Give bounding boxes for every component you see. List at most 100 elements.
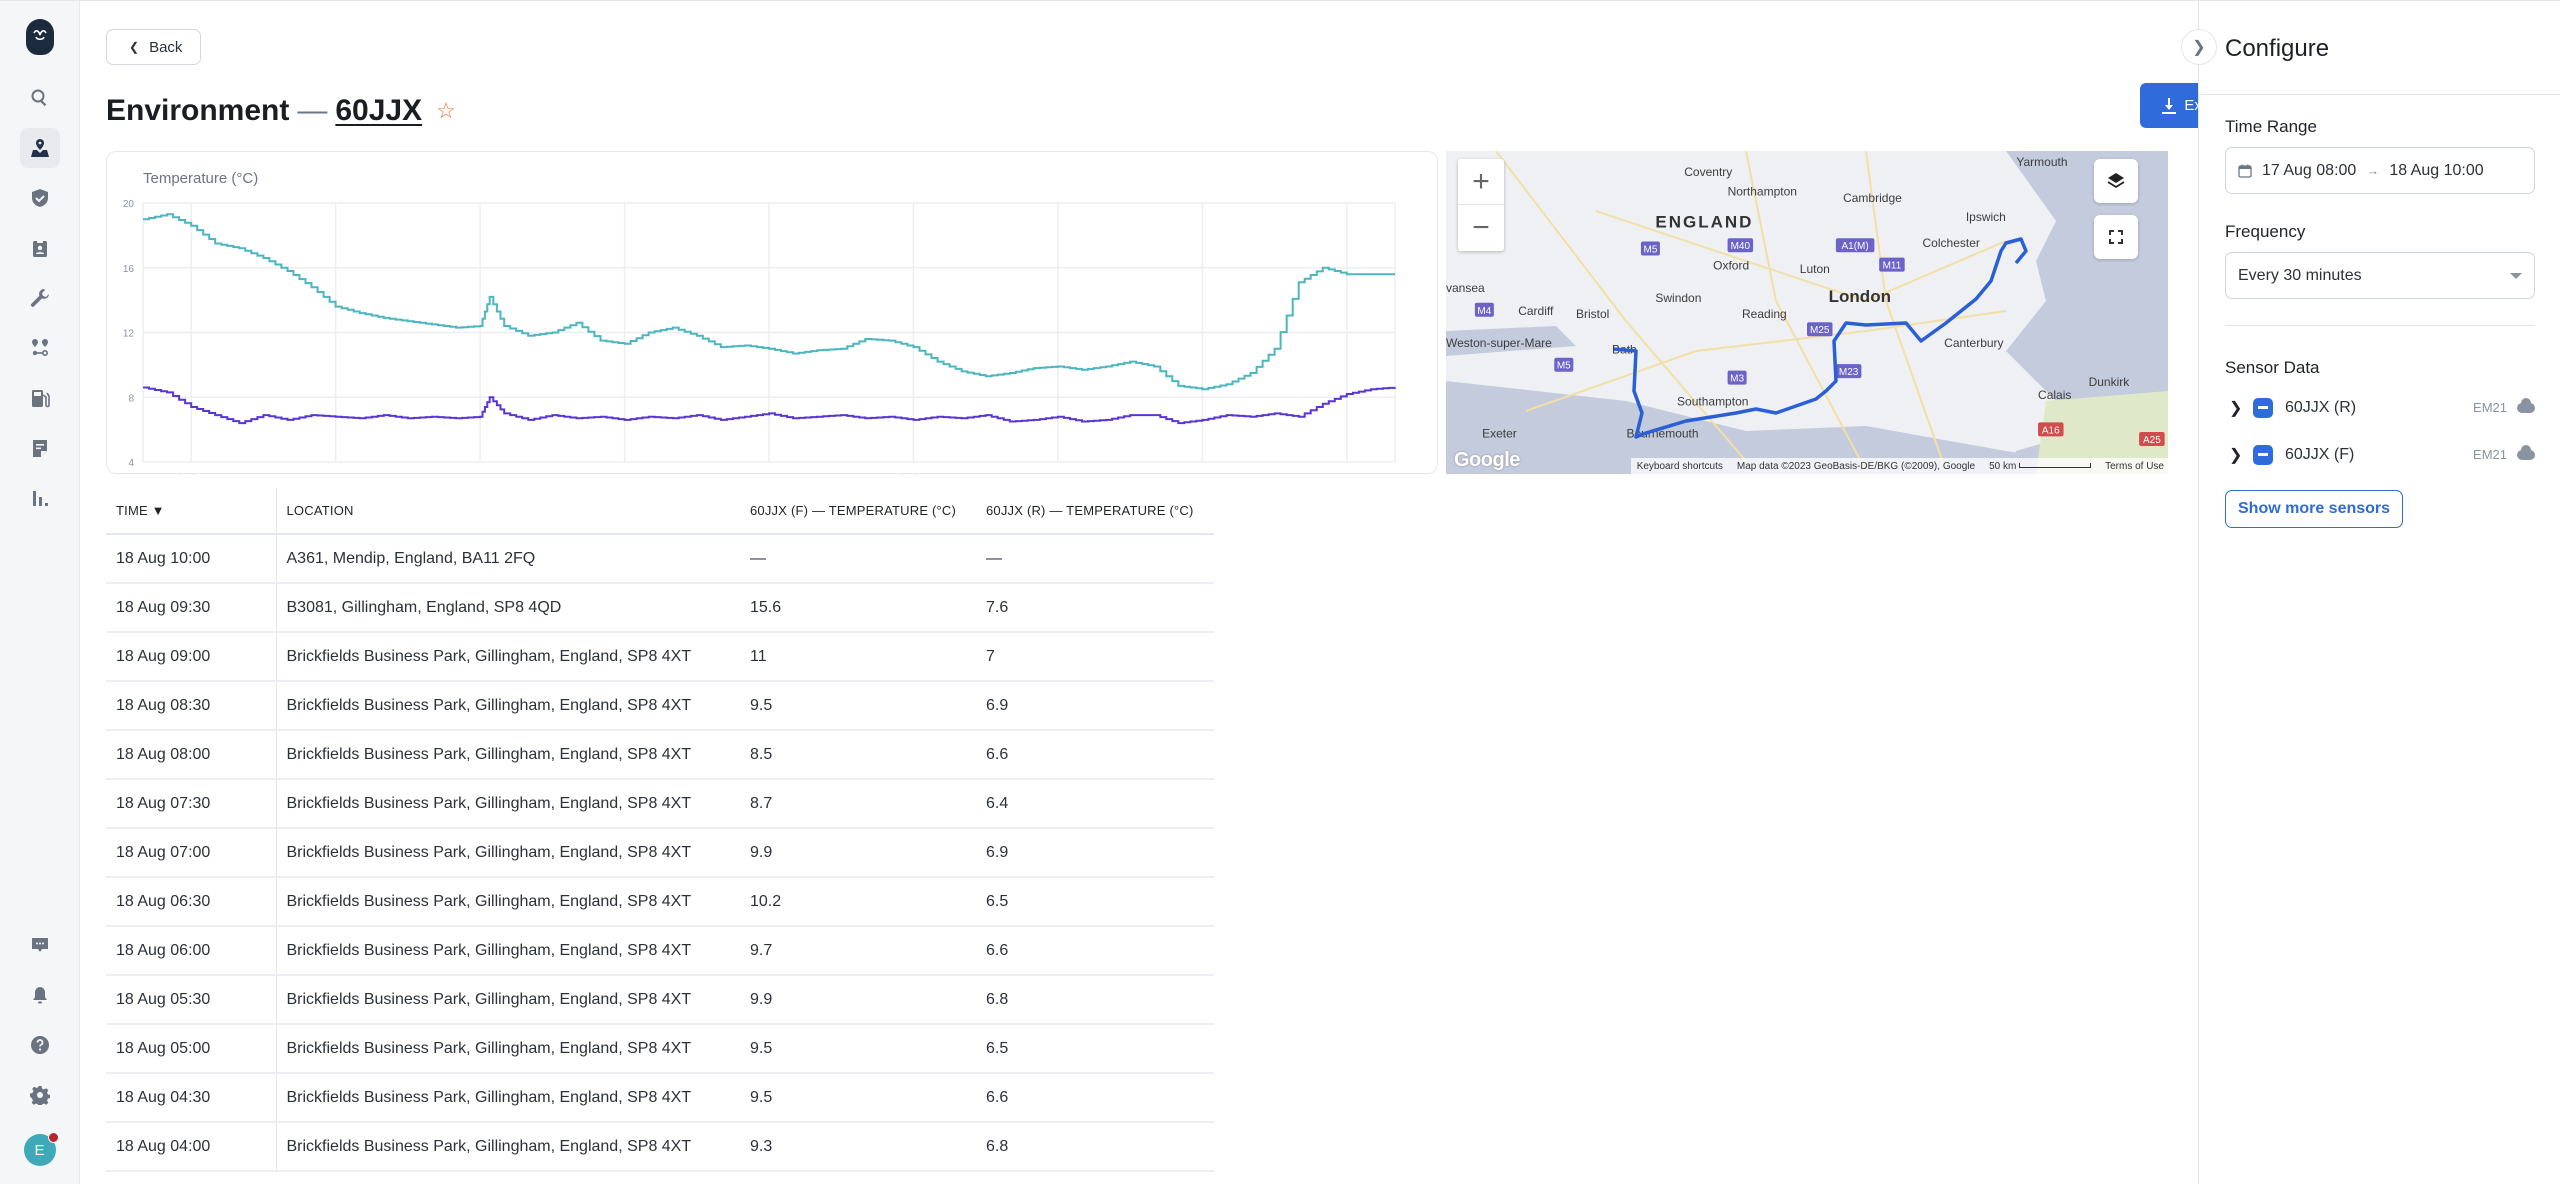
document-icon[interactable] (20, 428, 60, 468)
fuel-pump-icon[interactable] (20, 378, 60, 418)
column-header-time[interactable]: TIME ▼ (106, 488, 277, 535)
map-canvas: Coventry Northampton ENGLAND Cambridge Ipswi… (1446, 151, 2168, 474)
keyboard-shortcuts-link[interactable]: Keyboard shortcuts (1637, 461, 1723, 472)
chat-icon[interactable] (20, 925, 60, 965)
configure-title: Configure (2199, 1, 2560, 95)
cell-time: 18 Aug 04:00 (106, 1122, 277, 1172)
table-row[interactable]: 18 Aug 06:30 Brickfields Business Park, G… (106, 877, 1214, 927)
column-header-location: LOCATION (276, 488, 740, 535)
map-place-label: Colchester (1923, 236, 1980, 250)
zoom-in-button[interactable]: + (1458, 159, 1504, 205)
main-content: ❮ Back Environment—60JJX ☆ Export Temper… (80, 1, 2250, 1184)
bell-icon[interactable] (20, 975, 60, 1015)
bar-chart-icon[interactable] (20, 478, 60, 518)
time-range-picker[interactable]: 17 Aug 08:00 → 18 Aug 10:00 (2225, 147, 2535, 194)
x-tick-label: 18/08/2023 (888, 474, 938, 475)
map-place-label: Yarmouth (2016, 155, 2067, 169)
owl-logo-icon[interactable] (25, 19, 54, 55)
map-place-label: Cardiff (1518, 304, 1554, 318)
back-button[interactable]: ❮ Back (106, 29, 202, 65)
gear-icon[interactable] (20, 1075, 60, 1115)
road-badge-label: M4 (1477, 306, 1491, 317)
cell-rear-temp: 7 (976, 632, 1214, 682)
table-row[interactable]: 18 Aug 06:00 Brickfields Business Park, G… (106, 926, 1214, 976)
table-row[interactable]: 18 Aug 04:30 Brickfields Business Park, G… (106, 1073, 1214, 1123)
cell-location: Brickfields Business Park, Gillingham, E… (276, 828, 740, 878)
terms-link[interactable]: Terms of Use (2105, 461, 2164, 472)
shield-check-icon[interactable] (20, 178, 60, 218)
table-row[interactable]: 18 Aug 05:00 Brickfields Business Park, G… (106, 1024, 1214, 1074)
table-row[interactable]: 18 Aug 07:00 Brickfields Business Park, G… (106, 828, 1214, 878)
cell-time: 18 Aug 07:30 (106, 779, 277, 829)
map-place-label: Luton (1800, 262, 1830, 276)
time-range-to: 18 Aug 10:00 (2389, 161, 2484, 179)
map-layers-button[interactable] (2094, 159, 2138, 203)
sensor-checkbox[interactable] (2253, 397, 2273, 418)
table-row[interactable]: 18 Aug 10:00 A361, Mendip, England, BA11 … (106, 534, 1214, 584)
cell-front-temp: 9.9 (740, 828, 976, 878)
vehicle-link[interactable]: 60JJX (335, 94, 422, 127)
calendar-icon (2238, 164, 2252, 178)
cell-front-temp: 10.2 (740, 877, 976, 927)
user-avatar[interactable]: E (23, 1132, 59, 1166)
map-place-label: Exeter (1482, 427, 1517, 441)
road-badge-label: A16 (2042, 425, 2060, 436)
column-header-rear-temp: 60JJX (R) — TEMPERATURE (°C) (976, 488, 1214, 535)
clipboard-user-icon[interactable] (20, 228, 60, 268)
sensor-row: ❯ 60JJX (R) EM21 (2225, 384, 2535, 431)
map-fullscreen-button[interactable] (2094, 215, 2138, 259)
page-title: Environment —60JJX (106, 94, 422, 128)
table-row[interactable]: 18 Aug 07:30 Brickfields Business Park, G… (106, 779, 1214, 829)
cell-location: Brickfields Business Park, Gillingham, E… (276, 779, 740, 829)
route-map[interactable]: Coventry Northampton ENGLAND Cambridge Ipswi… (1446, 151, 2168, 474)
configure-panel: ❯ Configure Time Range 17 Aug 08:00 → 18… (2181, 1, 2560, 1184)
x-tick-label: 12:00 (323, 474, 348, 475)
show-more-sensors-button[interactable]: Show more sensors (2225, 490, 2404, 528)
table-row[interactable]: 18 Aug 09:30 B3081, Gillingham, England, … (106, 583, 1214, 633)
table-row[interactable]: 18 Aug 05:30 Brickfields Business Park, G… (106, 975, 1214, 1025)
help-icon[interactable] (20, 1025, 60, 1065)
cell-time: 18 Aug 06:00 (106, 926, 277, 976)
map-scale: 50 km (1989, 460, 2092, 472)
chevron-left-icon: ❮ (129, 40, 140, 54)
map-location-icon[interactable] (19, 128, 60, 168)
map-attribution: Map data ©2023 GeoBasis-DE/BKG (©2009), … (1736, 460, 1976, 472)
cell-location: Brickfields Business Park, Gillingham, E… (276, 926, 740, 976)
sensor-list: ❯ 60JJX (R) EM21 ❯ 60JJX (F) EM21 (2225, 384, 2535, 478)
cell-front-temp: 8.7 (740, 779, 976, 829)
cell-location: A361, Mendip, England, BA11 2FQ (276, 534, 740, 584)
road-badge-label: M5 (1643, 244, 1657, 255)
table-row[interactable]: 18 Aug 08:30 Brickfields Business Park, G… (106, 681, 1214, 731)
map-place-label: Swindon (1655, 291, 1701, 305)
expand-chevron-icon[interactable]: ❯ (2225, 445, 2253, 465)
scale-label: 50 km (1989, 460, 2017, 472)
sensor-checkbox[interactable] (2253, 444, 2273, 465)
cell-front-temp: 15.6 (740, 583, 976, 633)
temperature-chart: Temperature (°C) 4 8 12 16 20 17/08/2023 12:00 1… (106, 151, 1438, 475)
wrench-icon[interactable] (20, 278, 60, 318)
map-place-label: Bristol (1576, 307, 1609, 321)
map-place-label: Cambridge (1843, 191, 1902, 205)
sidebar-nav: E (0, 1, 80, 1184)
table-row[interactable]: 18 Aug 09:00 Brickfields Business Park, G… (106, 632, 1214, 682)
cell-location: Brickfields Business Park, Gillingham, E… (276, 730, 740, 780)
x-tick-label: 09:00 (1334, 474, 1359, 475)
title-prefix: Environment (106, 94, 290, 127)
table-header-row: TIME ▼ LOCATION 60JJX (F) — TEMPERATURE … (106, 488, 1214, 535)
collapse-panel-button[interactable]: ❯ (2181, 29, 2217, 65)
favorite-star-icon[interactable]: ☆ (436, 98, 456, 124)
cell-rear-temp: 6.5 (976, 1024, 1214, 1074)
sensor-name: 60JJX (R) (2285, 398, 2357, 416)
search-icon[interactable] (20, 78, 60, 118)
table-row[interactable]: 18 Aug 04:00 Brickfields Business Park, G… (106, 1122, 1214, 1172)
route-icon[interactable] (20, 328, 60, 368)
zoom-out-button[interactable]: − (1458, 205, 1504, 251)
frequency-select[interactable]: Every 30 minutes (2225, 252, 2535, 299)
cell-rear-temp: 7.6 (976, 583, 1214, 633)
expand-chevron-icon[interactable]: ❯ (2225, 398, 2253, 418)
cell-front-temp: 9.7 (740, 926, 976, 976)
column-header-front-temp: 60JJX (F) — TEMPERATURE (°C) (740, 488, 976, 535)
time-range-label: Time Range (2225, 117, 2317, 136)
cell-rear-temp: 6.6 (976, 730, 1214, 780)
table-row[interactable]: 18 Aug 08:00 Brickfields Business Park, G… (106, 730, 1214, 780)
